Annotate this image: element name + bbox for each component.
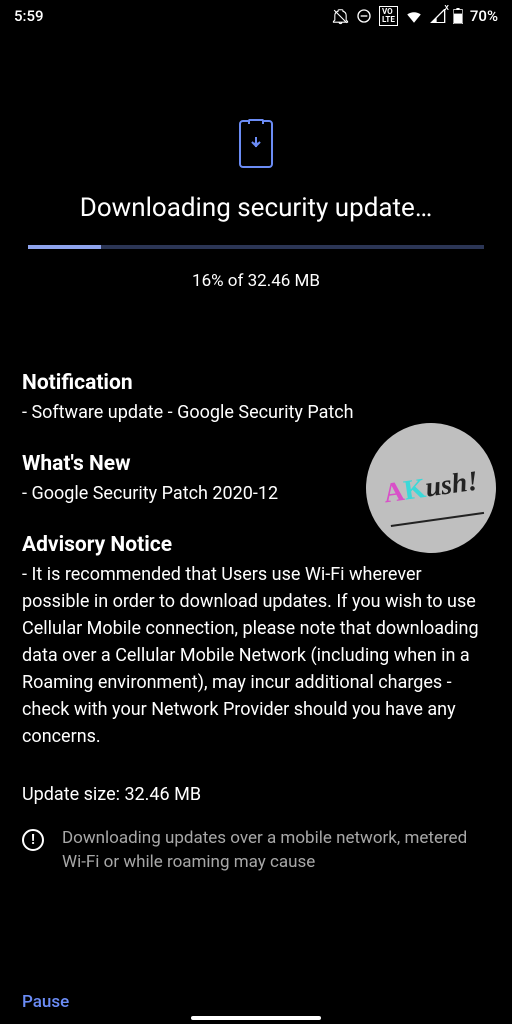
download-phone-icon	[0, 120, 512, 168]
warning-text: Downloading updates over a mobile networ…	[62, 827, 490, 875]
warning-icon: !	[22, 829, 44, 851]
progress-fill	[28, 245, 101, 249]
update-size-text: Update size: 32.46 MB	[22, 784, 490, 805]
signal-icon: x	[430, 9, 446, 23]
scroll-fade	[0, 900, 512, 960]
warning-row: ! Downloading updates over a mobile netw…	[0, 827, 512, 875]
battery-percent: 70%	[470, 7, 498, 25]
dnd-icon	[356, 8, 372, 24]
battery-icon	[453, 8, 463, 24]
page-title: Downloading security update…	[0, 193, 512, 223]
status-time: 5:59	[14, 7, 44, 25]
pause-button[interactable]: Pause	[22, 992, 490, 1012]
content-area[interactable]: AKush! Notification - Software update - …	[0, 371, 512, 805]
wifi-icon	[405, 9, 423, 23]
volte-icon: VOLTE	[379, 6, 398, 26]
home-indicator[interactable]	[191, 1016, 321, 1020]
progress-text: 16% of 32.46 MB	[0, 271, 512, 291]
notifications-off-icon	[332, 8, 349, 25]
notification-heading: Notification	[22, 371, 490, 395]
advisory-body: - It is recommended that Users use Wi-Fi…	[22, 561, 490, 750]
notification-body: - Software update - Google Security Patc…	[22, 399, 490, 426]
status-icons: VOLTE x 70%	[332, 6, 498, 26]
status-bar: 5:59 VOLTE x 70%	[0, 0, 512, 30]
progress-bar	[28, 245, 484, 249]
footer-bar: Pause	[0, 972, 512, 1024]
